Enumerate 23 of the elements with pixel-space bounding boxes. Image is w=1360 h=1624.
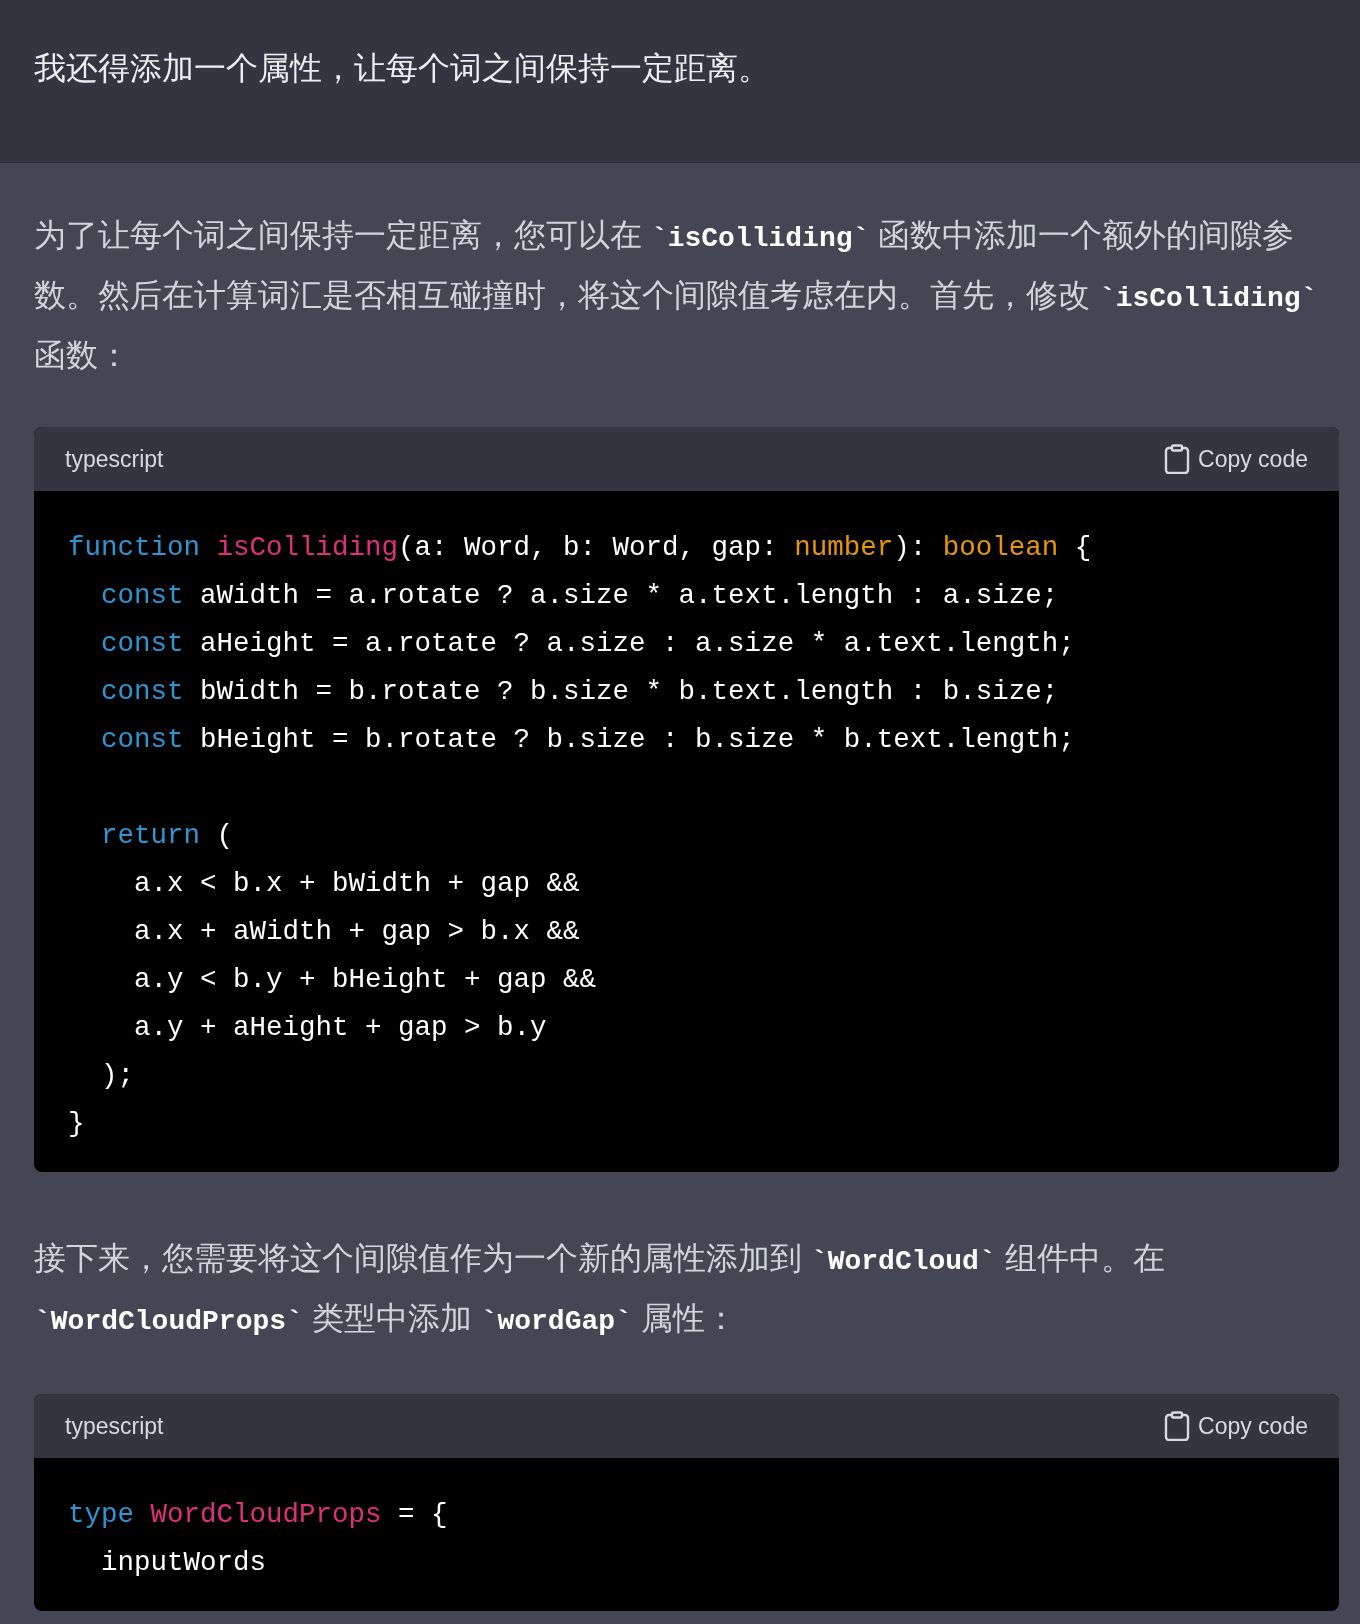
copy-code-button[interactable]: Copy code xyxy=(1164,441,1308,477)
code-line: ); xyxy=(100,1059,134,1093)
message-paragraph: 接下来，您需要将这个间隙值作为一个新的属性添加到 `WordCloud` 组件中。在 `WordCloudProps` 类型中添加 `wordGap` 属性： xyxy=(34,1239,1166,1339)
code-line: a.y < b.y + bHeight + gap && xyxy=(133,963,597,997)
code-line: const aWidth = a.rotate ? a.size * a.text.length : a.size; xyxy=(100,579,1059,613)
clipboard-icon xyxy=(1164,1411,1191,1441)
clipboard-icon xyxy=(1164,444,1191,474)
code-line: const bWidth = b.rotate ? b.size * b.text.length : b.size; xyxy=(100,675,1059,709)
code-line: } xyxy=(68,1107,85,1141)
language-label: typescript xyxy=(65,1411,164,1441)
language-label: typescript xyxy=(65,444,164,474)
code-line: a.y + aHeight + gap > b.y xyxy=(133,1011,547,1045)
code-line: a.x < b.x + bWidth + gap && xyxy=(133,867,580,901)
code-line: return ( xyxy=(100,819,234,853)
code-line: const aHeight = a.rotate ? a.size : a.size * a.text.length; xyxy=(100,627,1075,661)
code-line: type WordCloudProps = { xyxy=(68,1498,448,1532)
code-line: const bHeight = b.rotate ? b.size : b.size * b.text.length; xyxy=(100,723,1075,757)
message-paragraph: 为了让每个词之间保持一定距离，您可以在 `isColliding` 函数中添加一个额外的间隙参数。然后在计算词汇是否相互碰撞时，将这个间隙值考虑在内。首先，修改 `isColliding` 函数： xyxy=(34,216,1319,375)
user-message: 我还得添加一个属性，让每个词之间保持一定距离。 xyxy=(34,49,771,88)
code-line: function isColliding(a: Word, b: Word, gap: number): boolean { xyxy=(68,531,1092,565)
code-line: inputWords xyxy=(100,1546,267,1580)
copy-code-button[interactable]: Copy code xyxy=(1164,1408,1308,1444)
code-line: a.x + aWidth + gap > b.x && xyxy=(133,915,580,949)
